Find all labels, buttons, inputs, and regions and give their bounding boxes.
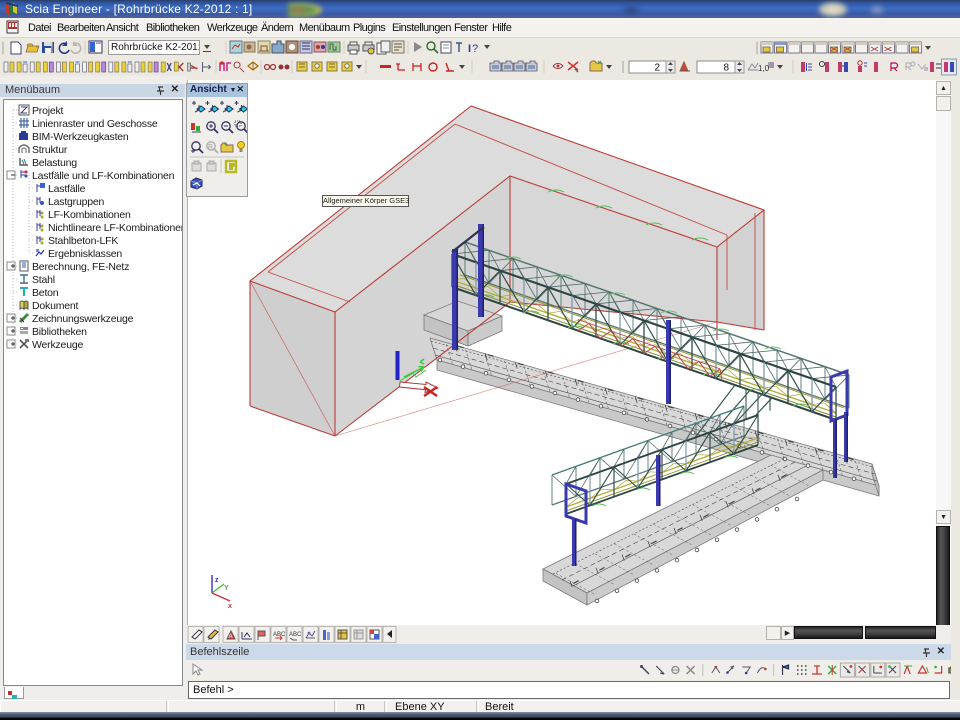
svg-text:Berechnung, FE-Netz: Berechnung, FE-Netz <box>32 261 129 273</box>
svg-text:Nichtlineare LF-Kombinationen: Nichtlineare LF-Kombinationen <box>48 222 183 234</box>
svg-text:Lastfälle und LF-Kombinationen: Lastfälle und LF-Kombinationen <box>32 170 175 182</box>
svg-text:R: R <box>208 144 213 151</box>
svg-text:2: 2 <box>654 63 660 74</box>
svg-text:Belastung: Belastung <box>32 157 77 169</box>
svg-text:Dokument: Dokument <box>32 300 79 312</box>
svg-text:x: x <box>228 603 232 610</box>
svg-text:Linienraster und Geschosse: Linienraster und Geschosse <box>32 118 158 130</box>
svg-text:8: 8 <box>723 63 729 74</box>
svg-text:Stahlbeton-LFK: Stahlbeton-LFK <box>48 235 118 247</box>
svg-text:LF-Kombinationen: LF-Kombinationen <box>48 209 131 221</box>
svg-text:Projekt: Projekt <box>32 105 64 117</box>
svg-text:Y: Y <box>224 585 229 592</box>
svg-text:Bibliotheken: Bibliotheken <box>32 326 87 338</box>
svg-text:1,0: 1,0 <box>758 64 770 73</box>
svg-text:ABC: ABC <box>273 632 286 638</box>
svg-text:Beton: Beton <box>32 287 59 299</box>
svg-text:ABC: ABC <box>289 632 302 638</box>
svg-text:Stahl: Stahl <box>32 274 55 286</box>
svg-text:Zeichnungswerkzeuge: Zeichnungswerkzeuge <box>32 313 134 325</box>
svg-text:Ergebnisklassen: Ergebnisklassen <box>48 248 122 260</box>
svg-text:Struktur: Struktur <box>32 144 68 156</box>
svg-text:Lastgruppen: Lastgruppen <box>48 196 105 208</box>
svg-text:?: ? <box>472 43 478 55</box>
svg-text:z: z <box>215 577 219 584</box>
svg-text:A: A <box>229 634 233 640</box>
svg-text:Werkzeuge: Werkzeuge <box>32 339 83 351</box>
svg-text:BIM-Werkzeugkasten: BIM-Werkzeugkasten <box>32 131 129 143</box>
svg-text:Lastfälle: Lastfälle <box>48 183 86 195</box>
svg-text:I: I <box>468 43 471 55</box>
